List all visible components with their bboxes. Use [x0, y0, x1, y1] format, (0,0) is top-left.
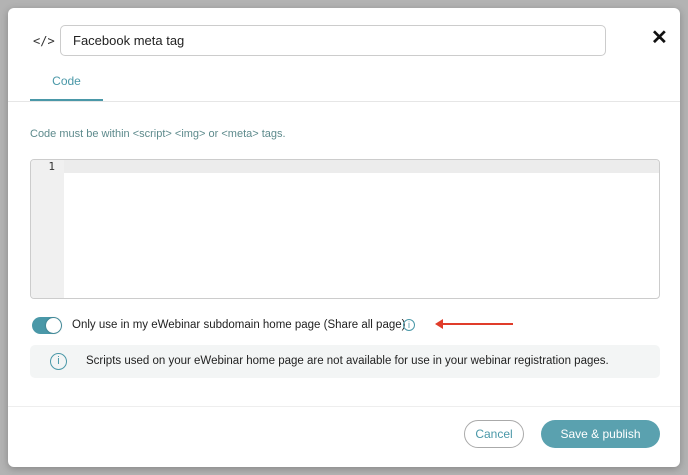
annotation-arrow-icon	[435, 319, 513, 329]
active-line	[31, 160, 659, 173]
save-publish-button[interactable]: Save & publish	[541, 420, 660, 448]
tab-divider	[8, 101, 680, 102]
notice-text: Scripts used on your eWebinar home page …	[86, 355, 609, 367]
code-snippet-modal: </> ✕ Code Code must be within <script> …	[8, 8, 680, 467]
code-hint: Code must be within <script> <img> or <m…	[30, 128, 286, 140]
home-page-only-toggle[interactable]	[32, 317, 62, 334]
info-notice: i Scripts used on your eWebinar home pag…	[30, 345, 660, 378]
snippet-name-input[interactable]	[60, 25, 606, 56]
close-icon[interactable]: ✕	[651, 25, 668, 50]
cancel-button[interactable]: Cancel	[464, 420, 524, 448]
tab-code[interactable]: Code	[30, 74, 103, 101]
info-icon[interactable]: i	[403, 319, 415, 331]
info-icon: i	[50, 353, 67, 370]
line-gutter	[31, 160, 64, 298]
code-editor[interactable]: 1	[30, 159, 660, 299]
footer-divider	[8, 406, 680, 407]
toggle-knob	[46, 318, 61, 333]
toggle-label: Only use in my eWebinar subdomain home p…	[72, 319, 406, 331]
line-number: 1	[48, 160, 55, 173]
code-icon: </>	[33, 34, 55, 48]
